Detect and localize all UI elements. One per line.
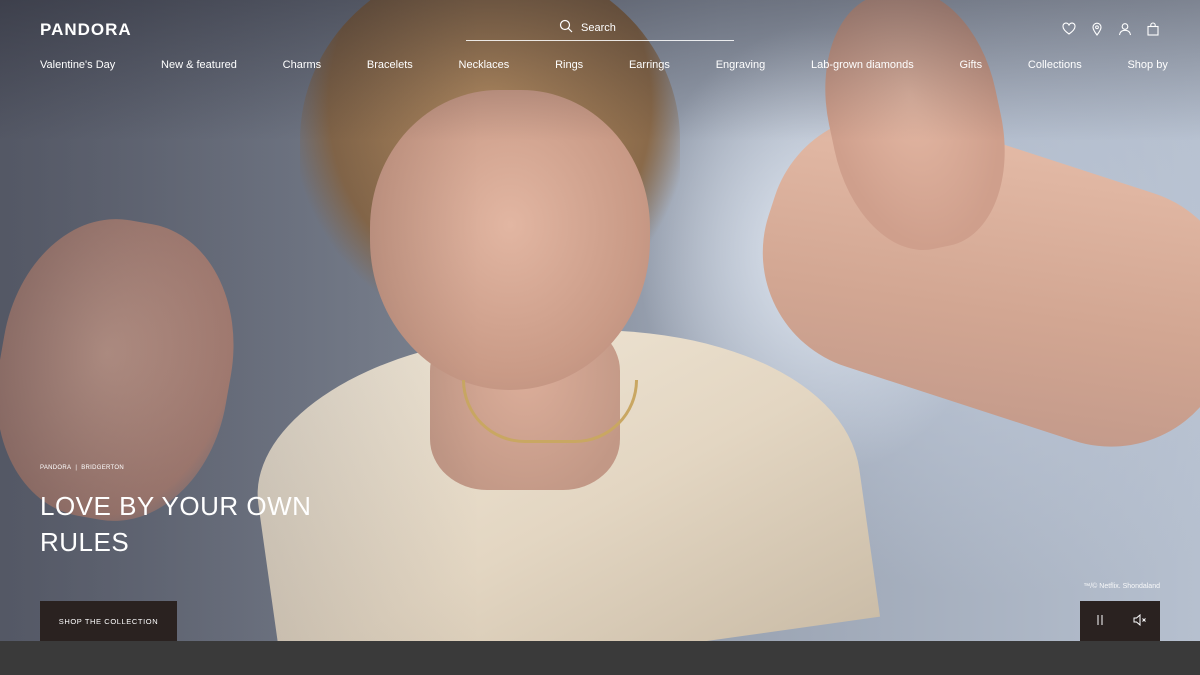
nav-item-new-featured[interactable]: New & featured [161,59,237,71]
nav-item-necklaces[interactable]: Necklaces [459,59,510,71]
media-controls [1080,601,1160,641]
nav-item-shop-by[interactable]: Shop by [1127,59,1167,71]
pandora-logo[interactable]: PANDORA [40,20,132,40]
hero-eyebrow: PANDORA | BRIDGERTON [40,465,124,471]
bottom-strip [0,641,1200,675]
nav-item-gifts[interactable]: Gifts [960,59,983,71]
mute-button[interactable] [1120,601,1160,641]
shopping-bag-icon[interactable] [1146,22,1160,36]
copyright-credit: ™/© Netflix. Shondaland [1083,583,1160,590]
main-nav: Valentine's Day New & featured Charms Br… [40,59,1168,71]
eyebrow-brand: PANDORA [40,465,72,471]
user-icon[interactable] [1118,22,1132,36]
nav-item-collections[interactable]: Collections [1028,59,1082,71]
header-icons [1062,22,1160,36]
nav-item-rings[interactable]: Rings [555,59,583,71]
nav-item-charms[interactable]: Charms [283,59,322,71]
nav-item-earrings[interactable]: Earrings [629,59,670,71]
nav-item-valentines-day[interactable]: Valentine's Day [40,59,115,71]
search-icon[interactable] [559,19,573,38]
shop-the-collection-button[interactable]: SHOP THE COLLECTION [40,601,177,641]
search-bar[interactable] [466,16,734,41]
pause-icon [1095,614,1105,629]
location-pin-icon[interactable] [1090,22,1104,36]
eyebrow-partner: BRIDGERTON [81,465,124,471]
heart-icon[interactable] [1062,22,1076,36]
hero-headline: LOVE BY YOUR OWN RULES [40,491,312,557]
nav-item-lab-grown-diamonds[interactable]: Lab-grown diamonds [811,59,914,71]
eyebrow-separator: | [75,465,78,471]
nav-item-bracelets[interactable]: Bracelets [367,59,413,71]
pause-button[interactable] [1080,601,1120,641]
nav-item-engraving[interactable]: Engraving [716,59,766,71]
search-input[interactable] [581,22,641,34]
mute-icon [1133,613,1147,629]
